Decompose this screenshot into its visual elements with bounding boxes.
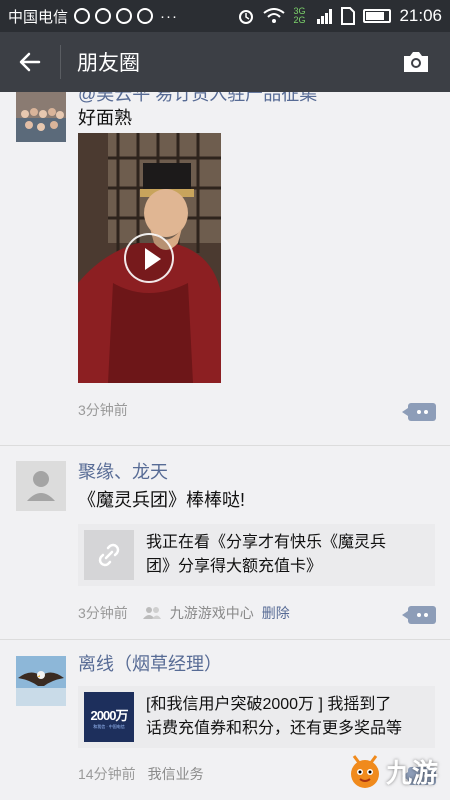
avatar[interactable] [16,92,66,142]
post-time: 14分钟前 [78,766,136,782]
watermark-text: 九游 [385,758,438,788]
post-time: 3分钟前 [78,605,128,621]
author-name[interactable]: 聚缘、龙天 [78,458,168,484]
thumbnail-title: 2000万 [90,707,129,723]
sim-icon [341,7,356,25]
header-divider [60,45,61,79]
camera-icon[interactable] [400,48,432,76]
moments-feed[interactable]: @吴云平 易订货入驻产品征集 好面熟 3分钟前 聚缘、龙天 《魔灵兵团》棒棒哒!… [0,92,450,800]
network-type-label: 3G 2G [293,6,306,25]
group-visibility-icon [142,607,161,619]
play-icon[interactable] [124,233,174,283]
shared-link-card[interactable]: 2000万 和我信 · 中国电信 [和我信用户突破2000万 ] 我摇到了 话费… [78,686,435,748]
delete-link[interactable]: 删除 [262,603,290,623]
carrier-label: 中国电信 [8,8,69,26]
clock: 21:06 [399,6,442,25]
post-time: 3分钟前 [78,402,128,418]
alarm-icon [239,10,254,24]
post-text: 好面熟 [78,108,132,128]
post-meta: 3分钟前 九游游戏中心 删除 [78,603,290,623]
shared-link-card[interactable]: 我正在看《分享才有快乐《魔灵兵 团》分享得大额充值卡》 [78,524,435,586]
shared-link-line: 团》分享得大额充值卡》 [146,558,323,575]
moment-post: @吴云平 易订货入驻产品征集 好面熟 3分钟前 [0,92,450,446]
shared-link-line: 话费充值券和积分，还有更多奖品等 [146,720,403,737]
battery-icon [363,9,392,23]
signal-icon [317,9,333,24]
post-source[interactable]: 我信业务 [148,764,204,784]
default-avatar-icon[interactable] [16,461,66,511]
page-title: 朋友圈 [77,52,140,75]
notification-icon [137,8,154,24]
post-meta: 3分钟前 [78,400,128,420]
post-meta: 14分钟前 我信业务 [78,764,204,784]
comment-icon[interactable] [402,403,436,421]
link-icon [84,530,134,580]
post-source[interactable]: 九游游戏中心 [170,603,254,623]
video-thumbnail[interactable] [78,133,221,383]
notification-icon [116,8,133,24]
notification-icon [95,8,112,24]
wifi-icon [263,8,286,23]
status-bar: 中国电信 ··· 3G 2G 21:06 [0,0,450,32]
shared-link-line: [和我信用户突破2000万 ] 我摇到了 [146,696,392,713]
shared-link-line: 我正在看《分享才有快乐《魔灵兵 [146,534,387,551]
avatar[interactable] [16,656,66,706]
app-header: 朋友圈 [0,32,450,92]
watermark: 九游 [348,753,438,790]
back-arrow-icon[interactable] [0,32,60,92]
author-name[interactable]: 离线（烟草经理） [78,650,222,676]
shared-thumbnail: 2000万 和我信 · 中国电信 [84,692,134,742]
notification-icon [74,8,91,24]
thumbnail-subtitle: 和我信 · 中国电信 [93,723,125,729]
comment-icon[interactable] [402,606,436,624]
watermark-mascot-icon [350,754,379,788]
post-text: 《魔灵兵团》棒棒哒! [78,490,246,510]
shared-link-title: 我正在看《分享才有快乐《魔灵兵 团》分享得大额充值卡》 [146,531,386,579]
shared-link-title: [和我信用户突破2000万 ] 我摇到了 话费充值券和积分，还有更多奖品等 [146,693,402,741]
more-dots-icon: ··· [160,7,179,25]
moment-post: 聚缘、龙天 《魔灵兵团》棒棒哒! 我正在看《分享才有快乐《魔灵兵 团》分享得大额… [0,446,450,640]
